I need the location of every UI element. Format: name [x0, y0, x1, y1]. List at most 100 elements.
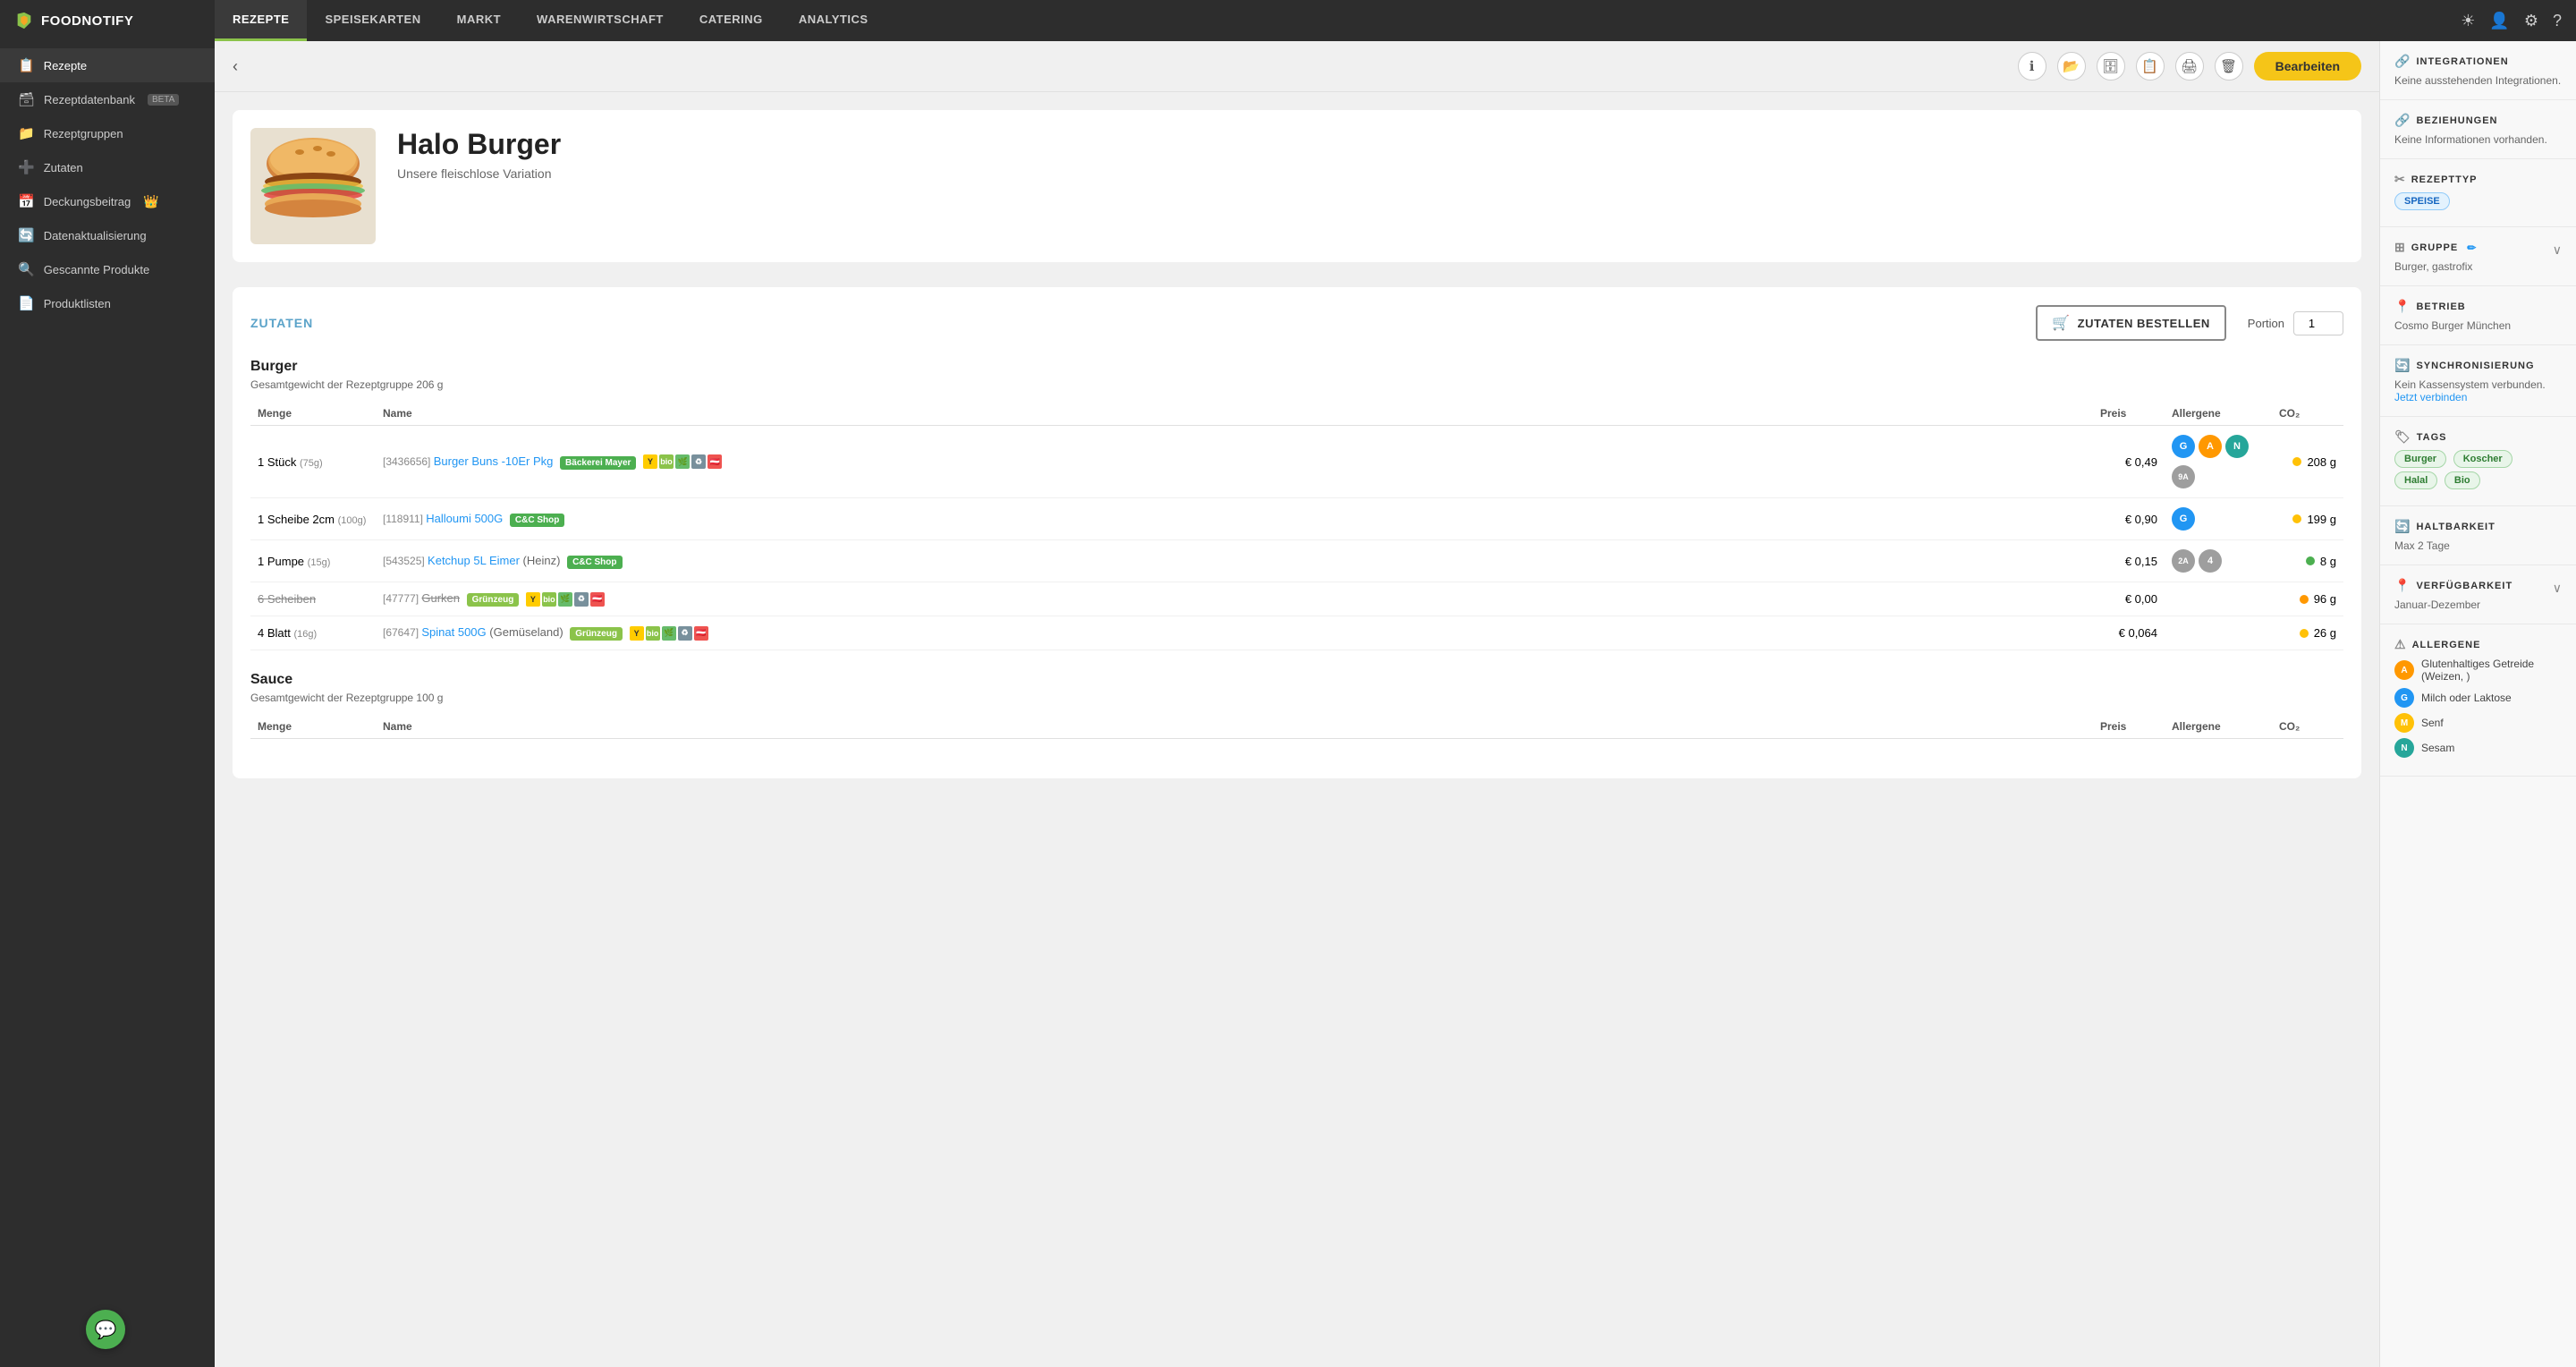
menge-cell: 6 Scheiben [250, 582, 376, 616]
nav-tab-speisekarten[interactable]: SPEISEKARTEN [307, 0, 438, 41]
synchronisierung-link[interactable]: Jetzt verbinden [2394, 391, 2562, 403]
ingredient-link[interactable]: Ketchup 5L Eimer [428, 554, 520, 567]
ingredient-link[interactable]: Gurken [421, 591, 460, 605]
print-button[interactable]: 🖨 [2175, 52, 2204, 81]
database-button[interactable]: 🗄 [2097, 52, 2125, 81]
chat-button[interactable]: 💬 [86, 1310, 125, 1349]
allergen-4: 4 [2199, 549, 2222, 573]
sidebar-item-rezeptgruppen[interactable]: 📁 Rezeptgruppen [0, 116, 215, 150]
allergen-g: G [2172, 435, 2195, 458]
settings-icon[interactable]: ⚙ [2524, 12, 2538, 30]
nav-tab-catering[interactable]: CATERING [682, 0, 781, 41]
delete-button[interactable]: 🗑 [2215, 52, 2243, 81]
co2-dot [2300, 629, 2309, 638]
synchronisierung-title: 🔄 SYNCHRONISIERUNG [2394, 358, 2562, 373]
co2-cell: 96 g [2272, 582, 2343, 616]
col-menge-header: Menge [250, 402, 376, 426]
sidebar-item-produktlisten[interactable]: 📄 Produktlisten [0, 286, 215, 320]
leaf-icon: 🌿 [675, 454, 690, 469]
allergen-g-circle: G [2394, 688, 2414, 708]
recipe-header: Halo Burger Unsere fleischlose Variation [233, 110, 2361, 262]
gruppe-edit-icon[interactable]: ✏ [2467, 242, 2477, 254]
beziehungen-icon: 🔗 [2394, 113, 2411, 128]
recipe-info: Halo Burger Unsere fleischlose Variation [397, 128, 561, 181]
beziehungen-value: Keine Informationen vorhanden. [2394, 133, 2562, 146]
ingredients-order-button[interactable]: 🛒 ZUTATEN BESTELLEN [2036, 305, 2226, 341]
allergene-title: ⚠ ALLERGENE [2394, 637, 2562, 652]
nav-tabs: REZEPTE SPEISEKARTEN MARKT WARENWIRTSCHA… [215, 0, 2446, 41]
col-co2-header: CO₂ [2272, 402, 2343, 426]
sun-icon[interactable]: ☀ [2461, 12, 2475, 30]
supplier-badge: C&C Shop [510, 514, 564, 527]
rezepttyp-tag[interactable]: SPEISE [2394, 192, 2450, 210]
preis-cell: € 0,064 [2093, 616, 2165, 650]
portion-input[interactable] [2293, 311, 2343, 335]
verfügbarkeit-title: 📍 VERFÜGBARKEIT [2394, 578, 2512, 593]
small-icons: Y bio 🌿 ♻ 🇦🇹 [643, 454, 722, 469]
user-icon[interactable]: 👤 [2489, 12, 2509, 30]
recycle-icon: ♻ [678, 626, 692, 641]
allergen-cell: G A N 9A [2165, 426, 2272, 498]
back-button[interactable]: ‹ [233, 57, 238, 76]
allergen-cell [2165, 582, 2272, 616]
y-icon: Y [630, 626, 644, 641]
info-button[interactable]: ℹ [2018, 52, 2046, 81]
co2-value: 26 g [2279, 626, 2336, 640]
gruppe-header-row: ⊞ GRUPPE ✏ ∨ [2394, 240, 2562, 260]
gruppe-chevron[interactable]: ∨ [2553, 242, 2562, 258]
nav-tab-rezepte[interactable]: REZEPTE [215, 0, 307, 41]
allergen-g: G [2172, 507, 2195, 531]
tag-koscher[interactable]: Koscher [2453, 450, 2512, 468]
allergen-a: A [2199, 435, 2222, 458]
bio-icon: bio [659, 454, 674, 469]
preis-cell: € 0,00 [2093, 582, 2165, 616]
co2-cell: 199 g [2272, 498, 2343, 540]
tag-bio[interactable]: Bio [2445, 471, 2480, 489]
recycle-icon: ♻ [574, 592, 589, 607]
panel-allergen-row: N Sesam [2394, 738, 2562, 758]
leaf-icon: 🌿 [558, 592, 572, 607]
table-row: 6 Scheiben [47777] Gurken Grünzeug Y bio [250, 582, 2343, 616]
co2-cell: 208 g [2272, 426, 2343, 498]
small-icons: Y bio 🌿 ♻ 🇦🇹 [630, 626, 708, 641]
ingredient-link[interactable]: Halloumi 500G [426, 512, 503, 525]
panel-integrationen: 🔗 INTEGRATIONEN Keine ausstehenden Integ… [2380, 41, 2576, 100]
menge-cell: 1 Scheibe 2cm (100g) [250, 498, 376, 540]
allergen-a-circle: A [2394, 660, 2414, 680]
bio-icon: bio [542, 592, 556, 607]
sidebar-item-zutaten[interactable]: ➕ Zutaten [0, 150, 215, 184]
rezepte-icon: 📋 [18, 57, 35, 73]
folder-button[interactable]: 📂 [2057, 52, 2086, 81]
ingredient-link[interactable]: Spinat 500G [421, 625, 486, 639]
zutaten-icon: ➕ [18, 159, 35, 175]
tag-halal[interactable]: Halal [2394, 471, 2437, 489]
nav-tab-markt[interactable]: MARKT [439, 0, 519, 41]
integrationen-title: 🔗 INTEGRATIONEN [2394, 54, 2562, 69]
nav-tab-warenwirtschaft[interactable]: WARENWIRTSCHAFT [519, 0, 682, 41]
rezeptgruppen-icon: 📁 [18, 125, 35, 141]
haltbarkeit-icon: 🔄 [2394, 519, 2411, 534]
allergen-cell: 2A 4 [2165, 540, 2272, 582]
name-cell: [3436656] Burger Buns -10Er Pkg Bäckerei… [376, 426, 2093, 498]
sidebar-item-datenaktualisierung[interactable]: 🔄 Datenaktualisierung [0, 218, 215, 252]
bio-icon: bio [646, 626, 660, 641]
copy-button[interactable]: 📋 [2136, 52, 2165, 81]
help-icon[interactable]: ? [2553, 12, 2562, 30]
sidebar-item-rezeptdatenbank[interactable]: 🗃 Rezeptdatenbank BETA [0, 82, 215, 116]
table-row: 1 Scheibe 2cm (100g) [118911] Halloumi 5… [250, 498, 2343, 540]
verfügbarkeit-chevron[interactable]: ∨ [2553, 581, 2562, 596]
col-name-header: Name [376, 402, 2093, 426]
gescannte-icon: 🔍 [18, 261, 35, 277]
sidebar-item-deckungsbeitrag[interactable]: 📅 Deckungsbeitrag 👑 [0, 184, 215, 218]
group-burger-weight: Gesamtgewicht der Rezeptgruppe 206 g [250, 378, 2343, 391]
tag-burger[interactable]: Burger [2394, 450, 2446, 468]
crown-icon: 👑 [143, 194, 158, 209]
bearbeiten-button[interactable]: Bearbeiten [2254, 52, 2361, 81]
ingredient-link[interactable]: Burger Buns -10Er Pkg [434, 454, 554, 468]
sidebar-item-gescannte[interactable]: 🔍 Gescannte Produkte [0, 252, 215, 286]
content-area: ‹ ℹ 📂 🗄 📋 🖨 🗑 Bearbeiten [215, 41, 2379, 1367]
nav-tab-analytics[interactable]: ANALYTICS [781, 0, 886, 41]
co2-dot [2292, 514, 2301, 523]
panel-beziehungen: 🔗 BEZIEHUNGEN Keine Informationen vorhan… [2380, 100, 2576, 159]
sidebar-item-rezepte[interactable]: 📋 Rezepte [0, 48, 215, 82]
